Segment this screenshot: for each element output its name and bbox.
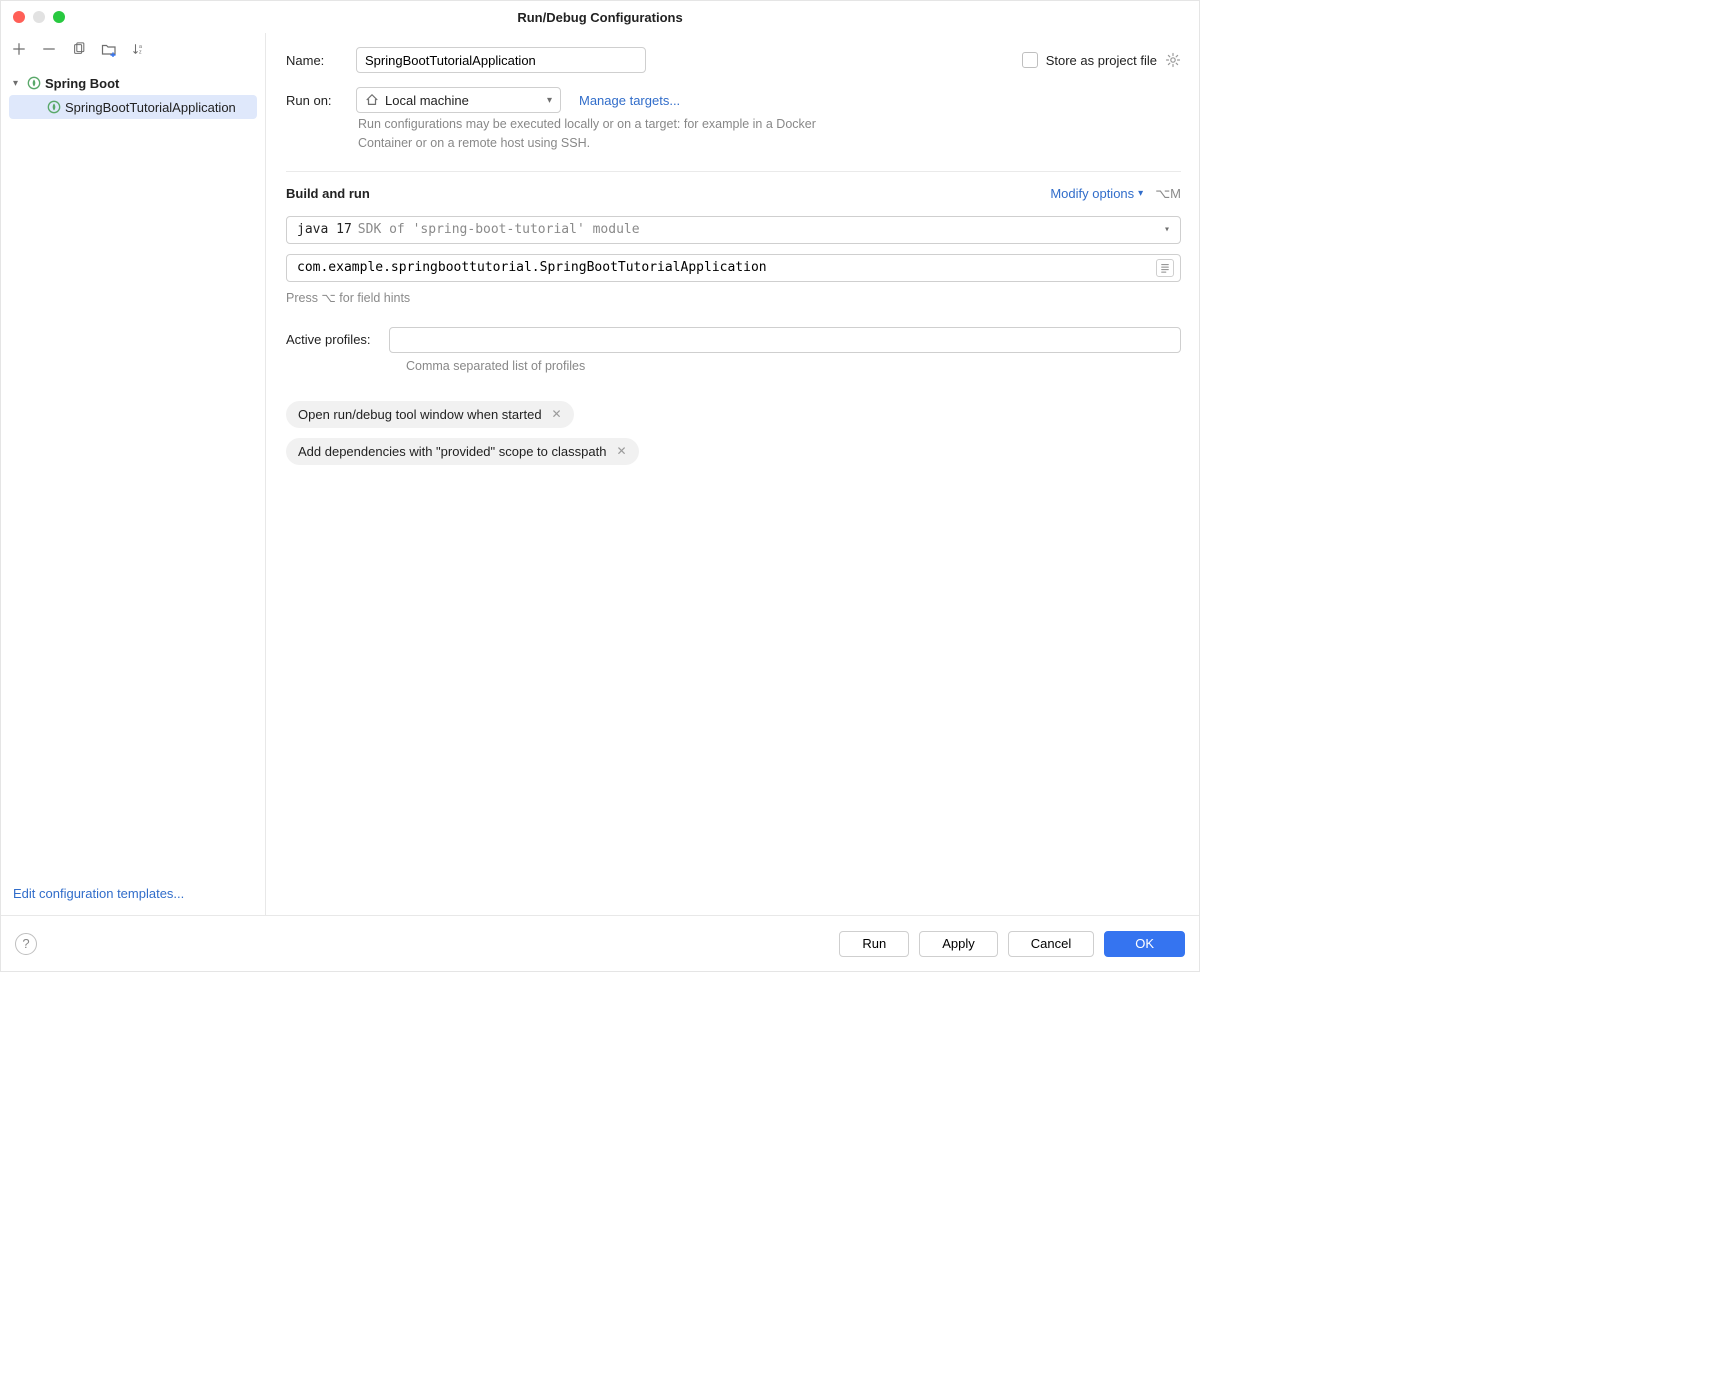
build-run-header: Build and run Modify options ▾ ⌥M bbox=[286, 186, 1181, 202]
sidebar-bottom: Edit configuration templates... bbox=[1, 876, 265, 915]
profiles-row: Active profiles: bbox=[286, 327, 1181, 353]
window-controls bbox=[1, 11, 65, 23]
modify-options-link[interactable]: Modify options ▾ bbox=[1050, 186, 1143, 201]
chip-provided-scope[interactable]: Add dependencies with "provided" scope t… bbox=[286, 438, 639, 465]
chevron-down-icon: ▾ bbox=[547, 95, 552, 106]
spring-boot-icon bbox=[27, 76, 41, 90]
chip-open-tool-window[interactable]: Open run/debug tool window when started … bbox=[286, 401, 574, 428]
tree-item-label: SpringBootTutorialApplication bbox=[65, 100, 236, 115]
store-label: Store as project file bbox=[1046, 53, 1157, 68]
close-icon[interactable]: ✕ bbox=[616, 444, 626, 458]
store-as-project-file: Store as project file bbox=[1022, 52, 1181, 68]
ok-button[interactable]: OK bbox=[1104, 931, 1185, 957]
modify-options-shortcut: ⌥M bbox=[1155, 186, 1181, 202]
runon-row: Run on: Local machine ▾ Manage targets..… bbox=[286, 87, 1181, 113]
section-title: Build and run bbox=[286, 186, 370, 201]
tree-item-springboottutorialapplication[interactable]: SpringBootTutorialApplication bbox=[9, 95, 257, 119]
profiles-note: Comma separated list of profiles bbox=[406, 359, 1181, 373]
runon-note: Run configurations may be executed local… bbox=[358, 115, 858, 153]
runon-combo[interactable]: Local machine ▾ bbox=[356, 87, 561, 113]
main-class-input[interactable] bbox=[297, 260, 1150, 275]
run-button[interactable]: Run bbox=[839, 931, 909, 957]
footer: ? Run Apply Cancel OK bbox=[1, 915, 1199, 971]
name-input[interactable] bbox=[356, 47, 646, 73]
profiles-label: Active profiles: bbox=[286, 332, 371, 347]
sidebar-toolbar: az bbox=[1, 33, 265, 65]
name-row: Name: Store as project file bbox=[286, 47, 1181, 73]
jdk-primary: java 17 bbox=[297, 222, 352, 237]
name-label: Name: bbox=[286, 53, 338, 68]
options-chips: Open run/debug tool window when started … bbox=[286, 401, 1181, 465]
sort-icon[interactable]: az bbox=[131, 41, 147, 57]
cancel-button[interactable]: Cancel bbox=[1008, 931, 1094, 957]
jdk-combo[interactable]: java 17 SDK of 'spring-boot-tutorial' mo… bbox=[286, 216, 1181, 244]
manage-targets-link[interactable]: Manage targets... bbox=[579, 93, 680, 108]
chip-label: Open run/debug tool window when started bbox=[298, 407, 542, 422]
main-area: az ▾ Spring Boot SpringBootTutorialAppli… bbox=[1, 33, 1199, 915]
chip-label: Add dependencies with "provided" scope t… bbox=[298, 444, 606, 459]
modify-options-label: Modify options bbox=[1050, 186, 1134, 201]
home-icon bbox=[365, 93, 379, 107]
config-tree[interactable]: ▾ Spring Boot SpringBootTutorialApplicat… bbox=[1, 65, 265, 876]
field-hint: Press ⌥ for field hints bbox=[286, 290, 1181, 305]
content-panel: Name: Store as project file Run on: Loca… bbox=[266, 33, 1199, 915]
store-checkbox[interactable] bbox=[1022, 52, 1038, 68]
gear-icon[interactable] bbox=[1165, 52, 1181, 68]
browse-class-icon[interactable] bbox=[1156, 259, 1174, 277]
remove-icon[interactable] bbox=[41, 41, 57, 57]
apply-button[interactable]: Apply bbox=[919, 931, 998, 957]
runon-label: Run on: bbox=[286, 93, 338, 108]
main-class-input-wrap bbox=[286, 254, 1181, 282]
maximize-window-icon[interactable] bbox=[53, 11, 65, 23]
minimize-window-icon[interactable] bbox=[33, 11, 45, 23]
spring-boot-icon bbox=[47, 100, 61, 114]
jdk-secondary: SDK of 'spring-boot-tutorial' module bbox=[358, 222, 640, 237]
tree-category-spring-boot[interactable]: ▾ Spring Boot bbox=[1, 71, 265, 95]
sidebar: az ▾ Spring Boot SpringBootTutorialAppli… bbox=[1, 33, 266, 915]
edit-templates-link[interactable]: Edit configuration templates... bbox=[13, 886, 184, 901]
close-icon[interactable]: ✕ bbox=[552, 407, 562, 421]
titlebar: Run/Debug Configurations bbox=[1, 1, 1199, 33]
chevron-down-icon: ▾ bbox=[1138, 188, 1143, 199]
divider bbox=[286, 171, 1181, 172]
close-window-icon[interactable] bbox=[13, 11, 25, 23]
help-button[interactable]: ? bbox=[15, 933, 37, 955]
folder-add-icon[interactable] bbox=[101, 41, 117, 57]
chevron-down-icon: ▾ bbox=[1164, 224, 1170, 235]
chevron-down-icon: ▾ bbox=[13, 78, 23, 89]
runon-value: Local machine bbox=[385, 93, 541, 108]
add-icon[interactable] bbox=[11, 41, 27, 57]
copy-icon[interactable] bbox=[71, 41, 87, 57]
profiles-input[interactable] bbox=[389, 327, 1181, 353]
dialog-title: Run/Debug Configurations bbox=[517, 10, 682, 25]
tree-category-label: Spring Boot bbox=[45, 76, 119, 91]
svg-text:z: z bbox=[139, 49, 142, 55]
